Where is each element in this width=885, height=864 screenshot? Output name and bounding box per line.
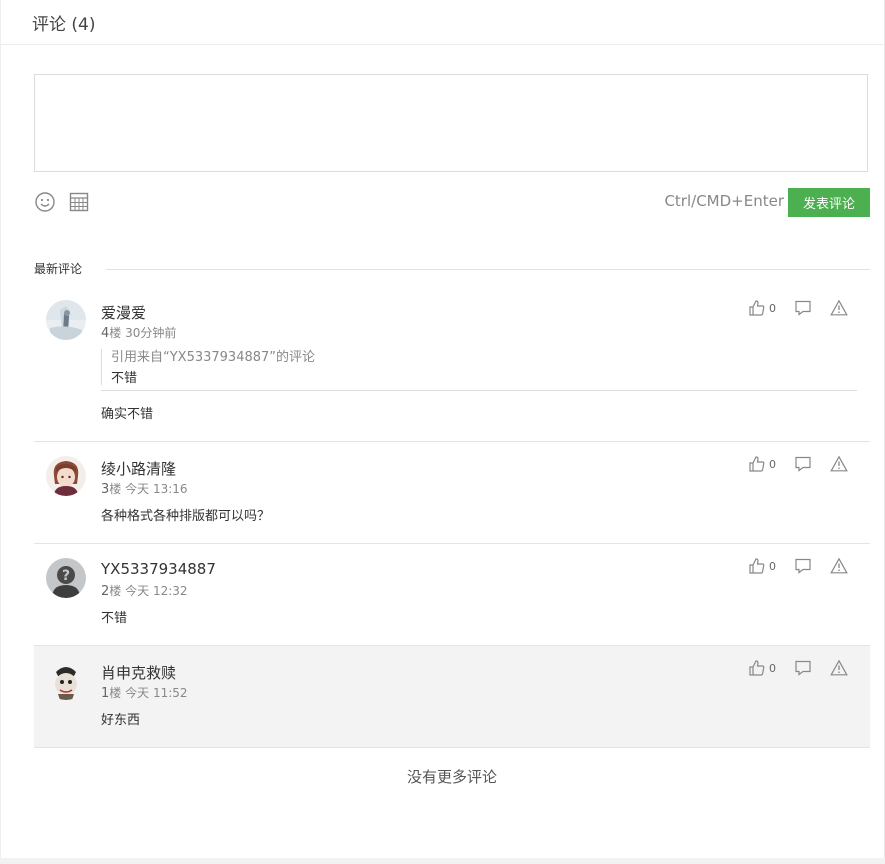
reply-icon [795, 300, 811, 316]
comment-actions: 0 [748, 298, 858, 318]
comment-panel: 评论 (4) Ctrl/CMD+Enter 发表评论 最新评论 爱漫爱 4楼 3… [0, 0, 885, 858]
avatar[interactable] [46, 456, 86, 496]
comment-meta: 4楼 30分钟前 [101, 324, 176, 341]
report-icon [830, 455, 848, 472]
reply-icon [795, 558, 811, 574]
emoji-icon[interactable] [34, 191, 56, 213]
report-icon [830, 659, 848, 676]
report-icon [830, 299, 848, 316]
comment-time: 今天 13:16 [125, 482, 188, 496]
thumbs-up-icon [749, 456, 765, 472]
report-icon [830, 557, 848, 574]
comment-time: 今天 12:32 [125, 584, 188, 598]
shortcut-hint: Ctrl/CMD+Enter [664, 192, 784, 210]
submit-comment-button[interactable]: 发表评论 [788, 188, 870, 217]
username[interactable]: YX5337934887 [101, 560, 216, 578]
comment-actions: 0 [748, 454, 858, 474]
avatar[interactable] [46, 300, 86, 340]
section-divider [106, 269, 870, 270]
comment-time: 今天 11:52 [125, 686, 188, 700]
like-count: 0 [769, 661, 776, 675]
like-button[interactable]: 0 [748, 298, 776, 318]
reply-icon [795, 660, 811, 676]
comment-meta: 1楼 今天 11:52 [101, 684, 188, 701]
username[interactable]: 肖申克救赎 [101, 662, 176, 683]
comment-item: ? YX5337934887 2楼 今天 12:32 不错 0 [34, 544, 870, 646]
thumbs-up-icon [749, 300, 765, 316]
svg-text:?: ? [62, 568, 70, 584]
floor-suffix: 楼 [109, 584, 122, 598]
quote-source: 引用来自“YX5337934887”的评论 [111, 350, 316, 365]
latest-comments-heading: 最新评论 [34, 260, 870, 280]
comment-item: 绫小路清隆 3楼 今天 13:16 各种格式各种排版都可以吗？ 0 [34, 442, 870, 544]
report-button[interactable] [830, 454, 848, 474]
quote-text: 不错 [111, 371, 138, 386]
like-button[interactable]: 0 [748, 454, 776, 474]
avatar[interactable]: ? [46, 558, 86, 598]
reply-icon [795, 456, 811, 472]
comment-text: 确实不错 [101, 407, 154, 422]
comment-meta: 3楼 今天 13:16 [101, 480, 188, 497]
comment-meta: 2楼 今天 12:32 [101, 582, 188, 599]
reply-button[interactable] [794, 454, 812, 474]
comment-item: 爱漫爱 4楼 30分钟前 引用来自“YX5337934887”的评论 不错 确实… [34, 286, 870, 442]
username[interactable]: 绫小路清隆 [101, 458, 176, 479]
floor-suffix: 楼 [109, 326, 122, 340]
comment-actions: 0 [748, 556, 858, 576]
comments-title: 评论 (4) [32, 14, 96, 35]
username[interactable]: 爱漫爱 [101, 302, 146, 323]
like-button[interactable]: 0 [748, 658, 776, 678]
comment-editor[interactable] [34, 74, 868, 172]
like-count: 0 [769, 457, 776, 471]
like-button[interactable]: 0 [748, 556, 776, 576]
floor-suffix: 楼 [109, 482, 122, 496]
like-count: 0 [769, 301, 776, 315]
section-title: 最新评论 [34, 262, 83, 276]
comment-text: 好东西 [101, 713, 141, 728]
editor-toolbar: Ctrl/CMD+Enter 发表评论 [34, 186, 870, 218]
avatar[interactable] [46, 660, 86, 700]
reply-button[interactable] [794, 658, 812, 678]
comment-item: 肖申克救赎 1楼 今天 11:52 好东西 0 [34, 646, 870, 748]
comment-time: 30分钟前 [125, 326, 177, 340]
no-more-comments: 没有更多评论 [406, 768, 497, 786]
comment-text: 不错 [101, 611, 128, 626]
quote-block: 引用来自“YX5337934887”的评论 不错 [101, 345, 857, 391]
comments-header: 评论 (4) [1, 0, 884, 45]
comment-text: 各种格式各种排版都可以吗？ [101, 509, 271, 524]
reply-button[interactable] [794, 298, 812, 318]
reply-button[interactable] [794, 556, 812, 576]
like-count: 0 [769, 559, 776, 573]
report-button[interactable] [830, 556, 848, 576]
floor-suffix: 楼 [109, 686, 122, 700]
grid-icon[interactable] [68, 191, 90, 213]
thumbs-up-icon [749, 558, 765, 574]
thumbs-up-icon [749, 660, 765, 676]
report-button[interactable] [830, 658, 848, 678]
comment-actions: 0 [748, 658, 858, 678]
report-button[interactable] [830, 298, 848, 318]
